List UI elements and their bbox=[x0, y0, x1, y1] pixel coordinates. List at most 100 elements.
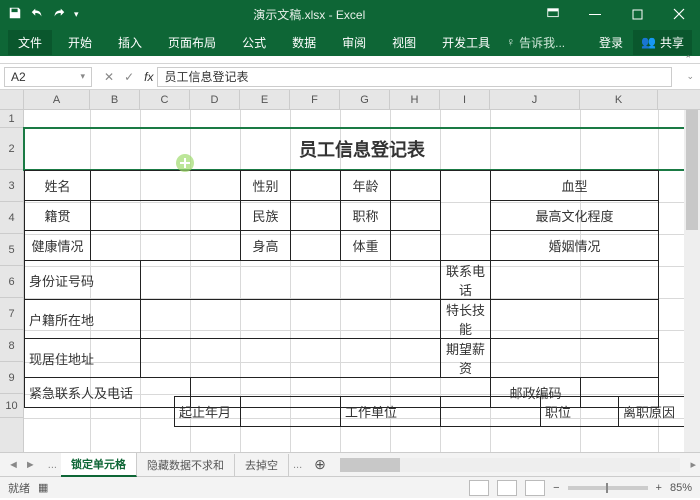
scroll-right-icon[interactable]: ▸ bbox=[686, 458, 700, 471]
col-header[interactable]: J bbox=[490, 90, 580, 109]
redo-icon[interactable] bbox=[52, 6, 66, 23]
save-icon[interactable] bbox=[8, 6, 22, 23]
close-icon[interactable] bbox=[658, 0, 700, 28]
view-layout-icon[interactable] bbox=[497, 480, 517, 496]
label-skill[interactable]: 特长技能 bbox=[441, 300, 491, 339]
input-name[interactable] bbox=[91, 171, 241, 201]
label-name[interactable]: 姓名 bbox=[25, 171, 91, 201]
cells-area[interactable]: 员工信息登记表 姓名 性别 年龄 血型 籍贯 民族 职称 最高文化程度 bbox=[24, 110, 700, 452]
login-link[interactable]: 登录 bbox=[599, 34, 623, 51]
row-header[interactable]: 4 bbox=[0, 202, 23, 234]
row-header[interactable]: 7 bbox=[0, 298, 23, 330]
label-company[interactable]: 工作单位 bbox=[341, 397, 441, 427]
name-box[interactable]: A2 ▾ bbox=[4, 67, 92, 87]
label-position[interactable]: 职位 bbox=[541, 397, 619, 427]
label-height[interactable]: 身高 bbox=[241, 231, 291, 261]
label-blood[interactable]: 血型 bbox=[491, 171, 659, 201]
zoom-level[interactable]: 85% bbox=[670, 482, 692, 494]
macro-record-icon[interactable]: ▦ bbox=[38, 481, 48, 494]
col-header[interactable]: F bbox=[290, 90, 340, 109]
sheet-tab-active[interactable]: 锁定单元格 bbox=[61, 453, 137, 477]
input-addr[interactable] bbox=[141, 339, 441, 378]
input-ethnic[interactable] bbox=[291, 201, 341, 231]
label-edu[interactable]: 最高文化程度 bbox=[491, 201, 659, 231]
col-header[interactable]: D bbox=[190, 90, 240, 109]
row-header[interactable]: 5 bbox=[0, 234, 23, 266]
input-id[interactable] bbox=[141, 261, 441, 300]
row-header[interactable]: 3 bbox=[0, 170, 23, 202]
tab-formulas[interactable]: 公式 bbox=[232, 30, 276, 55]
label-period[interactable]: 起止年月 bbox=[175, 397, 241, 427]
tab-layout[interactable]: 页面布局 bbox=[158, 30, 226, 55]
col-header[interactable]: A bbox=[24, 90, 90, 109]
sheet-nav[interactable]: ◄► bbox=[0, 459, 44, 471]
input-skill[interactable] bbox=[491, 300, 659, 339]
tab-home[interactable]: 开始 bbox=[58, 30, 102, 55]
col-header[interactable]: K bbox=[580, 90, 658, 109]
label-huji[interactable]: 户籍所在地 bbox=[25, 300, 141, 339]
input-height[interactable] bbox=[291, 231, 341, 261]
label-native[interactable]: 籍贯 bbox=[25, 201, 91, 231]
label-id[interactable]: 身份证号码 bbox=[25, 261, 141, 300]
label-ethnic[interactable]: 民族 bbox=[241, 201, 291, 231]
row-header[interactable]: 10 bbox=[0, 394, 23, 418]
input-period[interactable] bbox=[241, 397, 341, 427]
ribbon-options-icon[interactable] bbox=[532, 0, 574, 28]
tab-data[interactable]: 数据 bbox=[282, 30, 326, 55]
input-weight[interactable] bbox=[391, 231, 441, 261]
label-marital[interactable]: 婚姻情况 bbox=[491, 231, 659, 261]
input-age[interactable] bbox=[391, 171, 441, 201]
chevron-down-icon[interactable]: ▾ bbox=[80, 71, 85, 82]
input-phone[interactable] bbox=[491, 261, 659, 300]
sheet-more-ellipsis[interactable]: ... bbox=[289, 459, 306, 471]
minimize-icon[interactable] bbox=[574, 0, 616, 28]
col-header[interactable]: C bbox=[140, 90, 190, 109]
select-all-corner[interactable] bbox=[0, 90, 24, 109]
col-header[interactable]: B bbox=[90, 90, 140, 109]
photo-cell[interactable] bbox=[441, 171, 491, 261]
spreadsheet-grid[interactable]: ABCDEFGHIJK 12345678910 员工信息登记表 姓名 性别 年龄… bbox=[0, 90, 700, 452]
input-native[interactable] bbox=[91, 201, 241, 231]
col-header[interactable]: E bbox=[240, 90, 290, 109]
zoom-in-button[interactable]: + bbox=[656, 482, 662, 494]
label-salary[interactable]: 期望薪资 bbox=[441, 339, 491, 378]
sheet-tab-2[interactable]: 去掉空 bbox=[235, 454, 289, 476]
form-title-cell[interactable]: 员工信息登记表 bbox=[24, 128, 700, 170]
col-header[interactable]: G bbox=[340, 90, 390, 109]
tab-insert[interactable]: 插入 bbox=[108, 30, 152, 55]
formula-input[interactable]: 员工信息登记表 bbox=[157, 67, 672, 87]
add-sheet-button[interactable]: ⊕ bbox=[306, 456, 334, 473]
row-header[interactable]: 9 bbox=[0, 362, 23, 394]
col-header[interactable]: I bbox=[440, 90, 490, 109]
view-break-icon[interactable] bbox=[525, 480, 545, 496]
input-health[interactable] bbox=[91, 231, 241, 261]
label-addr[interactable]: 现居住地址 bbox=[25, 339, 141, 378]
vertical-scrollbar[interactable] bbox=[684, 110, 700, 452]
row-header[interactable]: 1 bbox=[0, 110, 23, 128]
tell-me[interactable]: ♀告诉我... bbox=[506, 34, 565, 51]
tab-view[interactable]: 视图 bbox=[382, 30, 426, 55]
tab-developer[interactable]: 开发工具 bbox=[432, 30, 500, 55]
label-phone[interactable]: 联系电话 bbox=[441, 261, 491, 300]
label-health[interactable]: 健康情况 bbox=[25, 231, 91, 261]
row-header[interactable]: 6 bbox=[0, 266, 23, 298]
sheet-list-ellipsis[interactable]: ... bbox=[44, 459, 61, 471]
row-header[interactable]: 2 bbox=[0, 128, 23, 170]
maximize-icon[interactable] bbox=[616, 0, 658, 28]
input-title[interactable] bbox=[391, 201, 441, 231]
col-header[interactable]: H bbox=[390, 90, 440, 109]
qat-dropdown-icon[interactable]: ▾ bbox=[74, 9, 79, 20]
tab-file[interactable]: 文件 bbox=[8, 30, 52, 55]
input-huji[interactable] bbox=[141, 300, 441, 339]
label-age[interactable]: 年龄 bbox=[341, 171, 391, 201]
label-title[interactable]: 职称 bbox=[341, 201, 391, 231]
input-gender[interactable] bbox=[291, 171, 341, 201]
view-normal-icon[interactable] bbox=[469, 480, 489, 496]
label-weight[interactable]: 体重 bbox=[341, 231, 391, 261]
label-emerg[interactable]: 紧急联系人及电话 bbox=[25, 378, 191, 408]
tab-review[interactable]: 审阅 bbox=[332, 30, 376, 55]
sheet-tab-1[interactable]: 隐藏数据不求和 bbox=[137, 454, 235, 476]
label-gender[interactable]: 性别 bbox=[241, 171, 291, 201]
cancel-icon[interactable]: ✕ bbox=[104, 70, 114, 84]
row-header[interactable]: 8 bbox=[0, 330, 23, 362]
